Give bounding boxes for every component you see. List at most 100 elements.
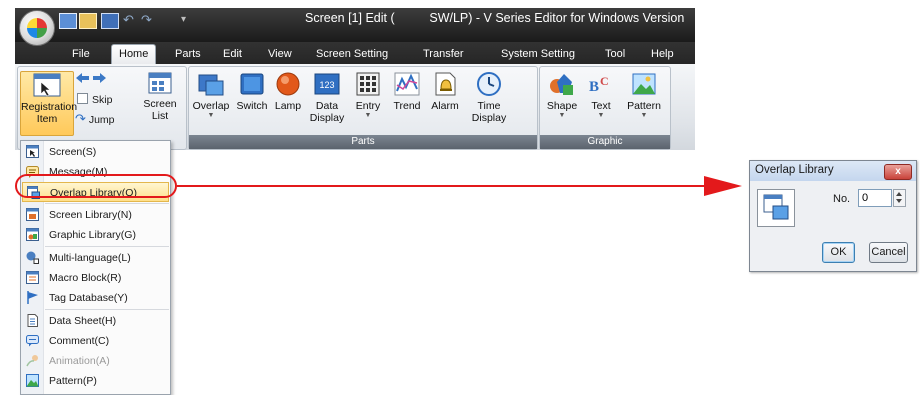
menu-label-tag-database: Tag Database(Y) xyxy=(49,292,128,304)
menu-item-multi-language[interactable]: Multi-language(L) xyxy=(22,248,169,268)
overlap-library-dialog: Overlap Library x No. OK Cancel xyxy=(749,160,917,272)
menu-item-comment[interactable]: Comment(C) xyxy=(22,331,169,351)
menu-label-macro-block: Macro Block(R) xyxy=(49,272,122,284)
dialog-title-bar: Overlap Library x xyxy=(750,161,916,181)
data-display-line2: Display xyxy=(309,112,345,124)
tab-parts[interactable]: Parts xyxy=(175,45,201,64)
skip-checkbox[interactable]: Skip xyxy=(77,93,112,106)
time-display-line2: Display xyxy=(471,112,507,124)
parts-group: Overlap ▼ Switch Lamp 123 Data Display E… xyxy=(188,66,538,150)
data-display-button[interactable]: 123 Data Display xyxy=(307,71,347,124)
menu-item-pattern[interactable]: Pattern(P) xyxy=(22,371,169,391)
overlap-icon xyxy=(198,74,224,96)
no-spinner[interactable] xyxy=(893,189,906,207)
trend-label: Trend xyxy=(393,100,421,112)
screen-list-line2: List xyxy=(151,110,169,122)
menu-label-data-sheet: Data Sheet(H) xyxy=(49,315,117,327)
pattern-button[interactable]: Pattern ▼ xyxy=(622,71,666,120)
multi-language-icon xyxy=(26,251,39,264)
time-display-button[interactable]: Time Display xyxy=(467,71,511,124)
text-icon: B C xyxy=(589,74,609,95)
menu-item-tag-database[interactable]: Tag Database(Y) xyxy=(22,288,169,308)
menu-item-macro-block[interactable]: Macro Block(R) xyxy=(22,268,169,288)
graphic-library-icon xyxy=(26,228,39,241)
pattern-dropdown-icon: ▼ xyxy=(640,112,648,119)
text-button[interactable]: B C Text ▼ xyxy=(584,71,618,120)
menu-item-data-sheet[interactable]: Data Sheet(H) xyxy=(22,311,169,331)
jump-button[interactable]: ↷ Jump xyxy=(75,111,115,127)
save-icon[interactable] xyxy=(101,13,119,29)
spin-up-icon[interactable] xyxy=(896,192,902,196)
svg-text:123: 123 xyxy=(319,80,334,90)
entry-icon xyxy=(356,72,380,96)
switch-icon xyxy=(240,73,264,95)
redo-icon[interactable]: ↷ xyxy=(141,13,157,27)
registration-item-button[interactable]: Registration Item xyxy=(20,71,78,136)
pattern-icon xyxy=(26,374,39,387)
data-sheet-icon xyxy=(27,314,38,327)
prev-next-arrows-icon xyxy=(76,73,106,83)
screen-list-line1: Screen xyxy=(143,98,177,110)
tab-screen-setting[interactable]: Screen Setting xyxy=(316,45,388,64)
screen-list-button[interactable]: Screen List xyxy=(137,71,183,122)
editor-window: ↶ ↷ ▾ Screen [1] Edit ( SW/LP) - V Serie… xyxy=(15,8,695,150)
screen-library-icon xyxy=(26,208,39,221)
text-label: Text xyxy=(591,100,611,112)
menu-item-screen-library[interactable]: Screen Library(N) xyxy=(22,205,169,225)
overlap-button[interactable]: Overlap ▼ xyxy=(191,71,231,120)
screen-list-icon xyxy=(148,72,172,94)
entry-dropdown-icon: ▼ xyxy=(364,112,372,119)
registration-label-line1: Registration xyxy=(21,101,78,113)
tab-help[interactable]: Help xyxy=(651,45,674,64)
spin-down-icon[interactable] xyxy=(896,199,902,203)
trend-icon xyxy=(394,72,420,96)
pattern-icon xyxy=(632,73,656,95)
tab-view[interactable]: View xyxy=(268,45,292,64)
overlap-library-icon xyxy=(757,189,795,227)
highlight-oval xyxy=(15,174,177,198)
window-title: Screen [1] Edit ( SW/LP) - V Series Edit… xyxy=(305,11,685,25)
application-button[interactable] xyxy=(19,10,55,46)
menu-label-multi-language: Multi-language(L) xyxy=(49,252,131,264)
menu-label-animation: Animation(A) xyxy=(49,355,110,367)
registration-label-line2: Item xyxy=(36,113,58,125)
lamp-label: Lamp xyxy=(274,100,302,112)
prev-next-buttons[interactable] xyxy=(75,71,107,88)
registration-icon xyxy=(33,73,61,97)
lamp-button[interactable]: Lamp xyxy=(271,71,305,112)
menu-item-graphic-library[interactable]: Graphic Library(G) xyxy=(22,225,169,245)
qat-menu-icon[interactable]: ▾ xyxy=(181,13,197,27)
new-icon[interactable] xyxy=(59,13,77,29)
entry-button[interactable]: Entry ▼ xyxy=(349,71,387,120)
tab-transfer[interactable]: Transfer xyxy=(423,45,464,64)
tab-edit[interactable]: Edit xyxy=(223,45,242,64)
menu-separator xyxy=(45,203,169,204)
close-icon: x xyxy=(895,166,901,177)
menu-label-screen: Screen(S) xyxy=(49,146,97,158)
tab-tool[interactable]: Tool xyxy=(605,45,625,64)
entry-label: Entry xyxy=(355,100,381,112)
menu-item-screen[interactable]: Screen(S) xyxy=(22,142,169,162)
jump-icon: ↷ xyxy=(75,111,86,126)
open-folder-icon[interactable] xyxy=(79,13,97,29)
ok-button[interactable]: OK xyxy=(822,242,855,263)
pattern-label: Pattern xyxy=(627,100,661,112)
no-input[interactable] xyxy=(858,189,892,207)
undo-icon[interactable]: ↶ xyxy=(123,13,139,27)
switch-label: Switch xyxy=(236,100,268,112)
alarm-button[interactable]: Alarm xyxy=(427,71,463,112)
title-bar: ↶ ↷ ▾ Screen [1] Edit ( SW/LP) - V Serie… xyxy=(15,8,695,46)
shape-button[interactable]: Shape ▼ xyxy=(544,71,580,120)
menu-label-pattern: Pattern(P) xyxy=(49,375,97,387)
tab-home[interactable]: Home xyxy=(111,44,157,64)
close-button[interactable]: x xyxy=(884,164,912,180)
cancel-button[interactable]: Cancel xyxy=(869,242,908,263)
switch-button[interactable]: Switch xyxy=(233,71,271,112)
trend-button[interactable]: Trend xyxy=(389,71,425,112)
clock-icon xyxy=(477,72,501,96)
skip-check-icon xyxy=(77,93,88,104)
comment-icon xyxy=(26,335,39,347)
tab-system-setting[interactable]: System Setting xyxy=(501,45,575,64)
overlap-label: Overlap xyxy=(192,100,230,112)
tab-file[interactable]: File xyxy=(72,45,90,64)
